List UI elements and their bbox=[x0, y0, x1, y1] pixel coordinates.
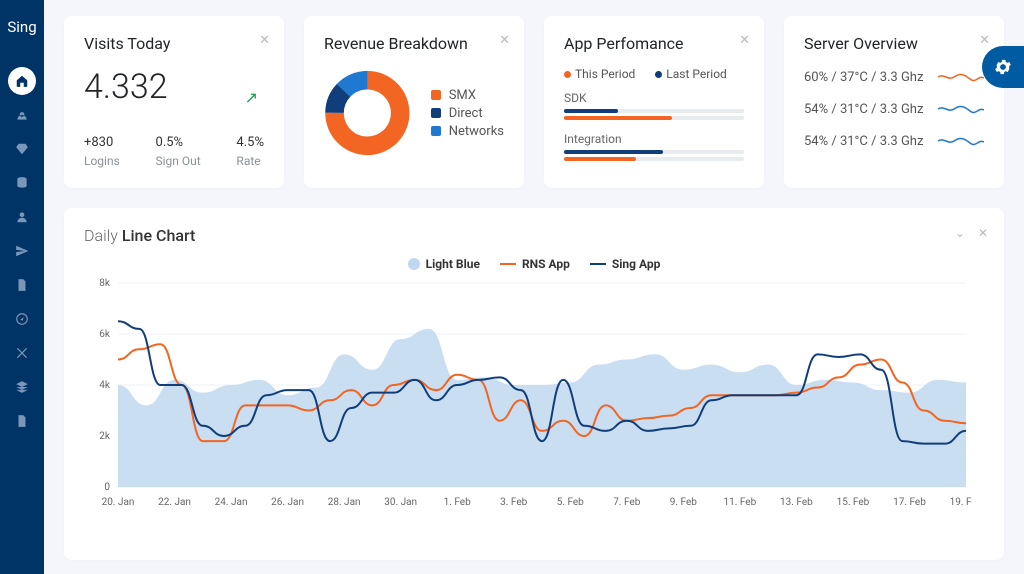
gear-icon bbox=[993, 57, 1013, 77]
file-icon bbox=[15, 278, 29, 292]
server-card: ✕ Server Overview 60% / 37°C / 3.3 Ghz 5… bbox=[784, 16, 1004, 188]
sparkline bbox=[938, 69, 984, 85]
svg-text:7. Feb: 7. Feb bbox=[613, 497, 640, 508]
svg-text:22. Jan: 22. Jan bbox=[158, 497, 191, 508]
line-chart-card: ⌄ ✕ Daily Line Chart Light Blue RNS App Si… bbox=[64, 208, 1004, 560]
perf-bar-this bbox=[564, 157, 744, 161]
performance-legend: This Period Last Period bbox=[564, 67, 744, 81]
users-icon bbox=[15, 108, 29, 122]
svg-text:11. Feb: 11. Feb bbox=[724, 497, 757, 508]
metric-value: +830 bbox=[84, 135, 120, 150]
metric-value: 4.5% bbox=[236, 135, 264, 150]
visits-title: Visits Today bbox=[84, 34, 264, 53]
revenue-card: ✕ Revenue Breakdown SMX Direct Networks bbox=[304, 16, 524, 188]
metric-label: Rate bbox=[236, 154, 264, 168]
perf-bar-last bbox=[564, 109, 744, 113]
paper-plane-icon bbox=[15, 244, 29, 258]
nav-user[interactable] bbox=[0, 200, 44, 234]
visits-value: 4.332 bbox=[84, 67, 264, 107]
svg-text:8k: 8k bbox=[99, 278, 111, 289]
perf-bar-last bbox=[564, 150, 744, 154]
close-icon[interactable]: ✕ bbox=[739, 34, 750, 47]
brand: Sing bbox=[7, 10, 36, 44]
revenue-legend-item: SMX bbox=[431, 88, 504, 103]
svg-text:0: 0 bbox=[104, 482, 110, 493]
svg-text:3. Feb: 3. Feb bbox=[500, 497, 527, 508]
metric-label: Logins bbox=[84, 154, 120, 168]
line-chart-legend: Light Blue RNS App Sing App bbox=[84, 257, 984, 271]
server-text: 54% / 31°C / 3.3 Ghz bbox=[804, 134, 923, 149]
nav-send[interactable] bbox=[0, 234, 44, 268]
metric-label: Sign Out bbox=[156, 154, 201, 168]
svg-text:20. Jan: 20. Jan bbox=[102, 497, 135, 508]
svg-text:2k: 2k bbox=[99, 431, 111, 442]
compass-icon bbox=[15, 312, 29, 326]
close-icon[interactable]: ✕ bbox=[499, 34, 510, 47]
gem-icon bbox=[15, 142, 29, 156]
svg-text:26. Jan: 26. Jan bbox=[271, 497, 304, 508]
revenue-legend-item: Networks bbox=[431, 124, 504, 139]
svg-text:6k: 6k bbox=[99, 329, 111, 340]
server-row: 60% / 37°C / 3.3 Ghz bbox=[804, 69, 984, 85]
legend-item[interactable]: Sing App bbox=[590, 257, 661, 271]
nav-layers[interactable] bbox=[0, 370, 44, 404]
server-text: 60% / 37°C / 3.3 Ghz bbox=[804, 70, 923, 85]
svg-text:24. Jan: 24. Jan bbox=[215, 497, 248, 508]
nav-crosshair[interactable] bbox=[0, 336, 44, 370]
svg-text:1. Feb: 1. Feb bbox=[444, 497, 471, 508]
doc-icon bbox=[15, 414, 29, 428]
nav-doc[interactable] bbox=[0, 404, 44, 438]
revenue-legend-item: Direct bbox=[431, 106, 504, 121]
svg-text:5. Feb: 5. Feb bbox=[557, 497, 584, 508]
svg-text:30. Jan: 30. Jan bbox=[384, 497, 417, 508]
nav-users[interactable] bbox=[0, 98, 44, 132]
revenue-title: Revenue Breakdown bbox=[324, 34, 504, 53]
legend-item[interactable]: RNS App bbox=[500, 257, 570, 271]
settings-tab[interactable] bbox=[982, 46, 1024, 88]
svg-text:4k: 4k bbox=[99, 380, 111, 391]
close-icon[interactable]: ✕ bbox=[259, 34, 270, 47]
nav-file[interactable] bbox=[0, 268, 44, 302]
visits-card: ✕ Visits Today 4.332 ↗ +830 Logins 0.5% Sig… bbox=[64, 16, 284, 188]
layers-icon bbox=[15, 380, 29, 394]
line-chart-svg: 0 2k 4k 6k 8k 20. Jan 22. Jan 24. Jan 26. Jan 28.… bbox=[84, 277, 972, 509]
svg-text:17. Feb: 17. Feb bbox=[893, 497, 926, 508]
close-icon[interactable]: ✕ bbox=[978, 226, 988, 240]
crosshair-icon bbox=[15, 346, 29, 360]
donut-chart bbox=[324, 67, 411, 159]
main: ✕ Visits Today 4.332 ↗ +830 Logins 0.5% Sig… bbox=[44, 0, 1024, 574]
perf-bar-this bbox=[564, 116, 744, 120]
sparkline bbox=[938, 133, 984, 149]
server-text: 54% / 31°C / 3.3 Ghz bbox=[804, 102, 923, 117]
nav-db[interactable] bbox=[0, 166, 44, 200]
server-row: 54% / 31°C / 3.3 Ghz bbox=[804, 133, 984, 149]
nav-compass[interactable] bbox=[0, 302, 44, 336]
database-icon bbox=[15, 176, 29, 190]
trend-up-icon: ↗ bbox=[245, 88, 258, 107]
nav-gem[interactable] bbox=[0, 132, 44, 166]
user-icon bbox=[15, 210, 29, 224]
sidebar: Sing bbox=[0, 0, 44, 574]
perf-group-label: Integration bbox=[564, 132, 744, 146]
server-title: Server Overview bbox=[804, 34, 984, 53]
svg-text:28. Jan: 28. Jan bbox=[328, 497, 361, 508]
performance-title: App Perfomance bbox=[564, 34, 744, 53]
sparkline bbox=[938, 101, 984, 117]
svg-text:15. Feb: 15. Feb bbox=[837, 497, 870, 508]
legend-item[interactable]: Light Blue bbox=[408, 257, 480, 271]
close-icon[interactable]: ✕ bbox=[979, 34, 990, 47]
performance-card: ✕ App Perfomance This Period Last Period… bbox=[544, 16, 764, 188]
line-chart-title: Daily Line Chart bbox=[84, 226, 984, 245]
svg-text:9. Feb: 9. Feb bbox=[670, 497, 697, 508]
nav-home[interactable] bbox=[0, 64, 44, 98]
home-icon bbox=[15, 74, 29, 88]
perf-group-label: SDK bbox=[564, 91, 744, 105]
metric-value: 0.5% bbox=[156, 135, 201, 150]
collapse-icon[interactable]: ⌄ bbox=[955, 226, 965, 240]
svg-text:13. Feb: 13. Feb bbox=[780, 497, 813, 508]
svg-text:19. Feb: 19. Feb bbox=[950, 497, 972, 508]
server-row: 54% / 31°C / 3.3 Ghz bbox=[804, 101, 984, 117]
